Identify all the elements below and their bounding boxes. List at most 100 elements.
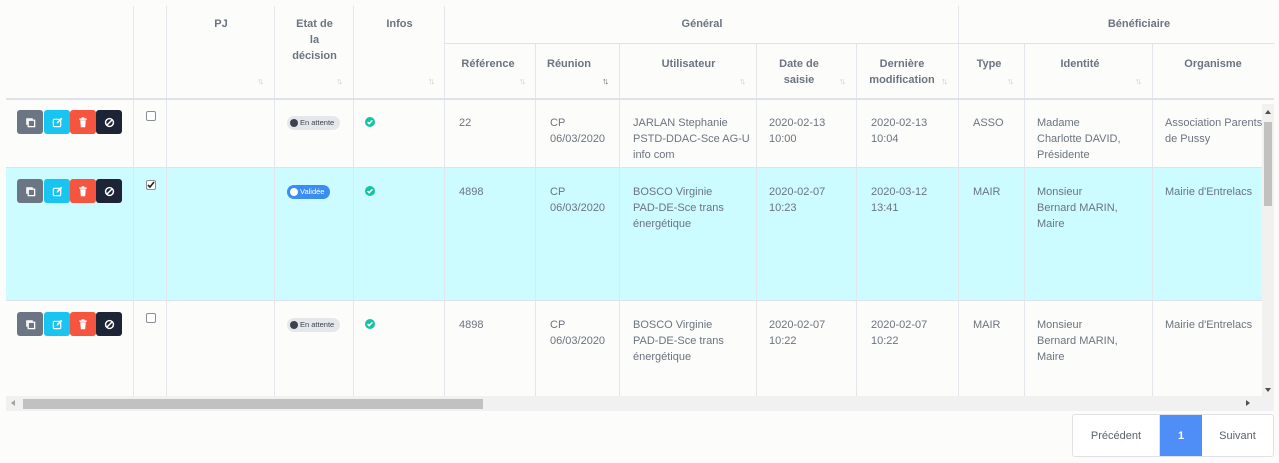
organisme-cell: de Pussy [1165, 133, 1211, 145]
header-utilisateur: Utilisateur [661, 58, 716, 70]
identite-cell: Maire [1037, 218, 1065, 230]
horizontal-scrollbar[interactable] [6, 396, 1274, 411]
scroll-right-arrow-icon[interactable] [1246, 400, 1250, 406]
vertical-scroll-thumb[interactable] [1264, 122, 1272, 206]
row-select-checkbox[interactable] [146, 180, 156, 190]
row-divider [6, 167, 1274, 168]
sort-icon[interactable]: ↑↓ [602, 76, 609, 86]
header-date-saisie: Date de [779, 58, 819, 70]
column-divider [166, 6, 167, 401]
scroll-left-arrow-icon[interactable] [11, 400, 15, 406]
sort-icon[interactable]: ↑↓ [336, 76, 343, 86]
header-organisme: Organisme [1184, 58, 1242, 70]
check-circle-icon [365, 117, 375, 127]
disable-button[interactable] [96, 179, 122, 203]
previous-page-button[interactable]: Précédent [1073, 415, 1160, 456]
edit-icon [52, 319, 63, 330]
utilisateur-cell: BOSCO Virginie [633, 319, 713, 331]
header-infos: Infos [386, 18, 413, 30]
edit-button[interactable] [44, 110, 70, 134]
trash-icon [78, 318, 88, 330]
status-badge: En attente [287, 318, 341, 332]
sort-icon[interactable]: ↑↓ [1007, 76, 1014, 86]
sort-icon[interactable]: ↑↓ [428, 76, 435, 86]
sort-icon[interactable]: ↑↓ [257, 76, 264, 86]
column-divider [856, 43, 857, 401]
copy-icon [25, 186, 36, 197]
derniere-modification-cell: 2020-02-13 [871, 117, 928, 129]
scroll-up-arrow-icon[interactable] [1265, 110, 1271, 114]
identite-cell: Présidente [1037, 149, 1090, 161]
delete-button[interactable] [70, 110, 96, 134]
column-divider [1152, 43, 1153, 401]
derniere-modification-cell: 2020-03-12 [871, 186, 928, 198]
date-saisie-cell: 2020-02-07 [769, 186, 826, 198]
duplicate-button[interactable] [17, 312, 43, 336]
ban-icon [104, 117, 115, 128]
horizontal-scroll-thumb[interactable] [23, 399, 483, 409]
column-divider [619, 43, 620, 401]
status-badge: En attente [287, 116, 341, 130]
delete-button[interactable] [70, 179, 96, 203]
edit-button[interactable] [44, 312, 70, 336]
identite-cell: Charlotte DAVID, [1037, 133, 1121, 145]
utilisateur-cell: BOSCO Virginie [633, 186, 713, 198]
check-circle-icon [290, 188, 298, 196]
organisme-cell: Association Parents [1165, 117, 1263, 129]
delete-button[interactable] [70, 312, 96, 336]
column-divider [756, 43, 757, 401]
date-saisie-cell: 10:22 [769, 335, 797, 347]
type-cell: ASSO [973, 117, 1004, 129]
header-identite: Identité [1060, 58, 1100, 70]
duplicate-button[interactable] [17, 179, 43, 203]
utilisateur-cell: énergétique [633, 351, 692, 363]
status-badge: Validée [287, 185, 331, 199]
utilisateur-cell: info com [633, 149, 675, 161]
reunion-cell: 06/03/2020 [550, 335, 606, 347]
type-cell: MAIR [973, 319, 1001, 331]
status-label: En attente [300, 118, 335, 127]
scroll-down-arrow-icon[interactable] [1265, 388, 1271, 392]
identite-cell: Monsieur [1037, 186, 1083, 198]
sort-icon[interactable]: ↑↓ [839, 76, 846, 86]
reference-cell: 4898 [459, 186, 484, 198]
header-etat-decision: décision [292, 50, 337, 62]
sort-icon[interactable]: ↑↓ [739, 76, 746, 86]
sort-icon[interactable]: ↑↓ [1135, 76, 1142, 86]
edit-icon [52, 117, 63, 128]
row-select-checkbox[interactable] [146, 111, 156, 121]
row-select-checkbox[interactable] [146, 313, 156, 323]
date-saisie-cell: 10:00 [769, 133, 797, 145]
organisme-cell: Mairie d'Entrelacs [1165, 186, 1253, 198]
utilisateur-cell: PSTD-DDAC-Sce AG-U [633, 133, 750, 145]
vertical-scrollbar[interactable] [1262, 104, 1274, 400]
sort-icon[interactable]: ↑↓ [519, 76, 526, 86]
date-saisie-cell: 2020-02-07 [769, 319, 826, 331]
page-1-button[interactable]: 1 [1160, 415, 1202, 456]
sort-icon[interactable]: ↑↓ [941, 76, 948, 86]
column-divider [1024, 43, 1025, 401]
utilisateur-cell: JARLAN Stephanie [633, 117, 728, 129]
disable-button[interactable] [96, 110, 122, 134]
identite-cell: Bernard MARIN, [1037, 335, 1118, 347]
data-table: PJ Etat de la décision Infos Général Bénéficia… [6, 6, 1274, 411]
disable-button[interactable] [96, 312, 122, 336]
column-divider [353, 6, 354, 401]
column-divider [535, 43, 536, 401]
next-page-button[interactable]: Suivant [1202, 415, 1273, 456]
duplicate-button[interactable] [17, 110, 43, 134]
header-group-divider [445, 43, 1274, 44]
ban-icon [104, 186, 115, 197]
header-general: Général [681, 18, 723, 30]
clock-icon [290, 321, 298, 329]
identite-cell: Madame [1037, 117, 1080, 129]
type-cell: MAIR [973, 186, 1001, 198]
date-saisie-cell: 10:23 [769, 202, 797, 214]
check-circle-icon [365, 186, 375, 196]
utilisateur-cell: PAD-DE-Sce trans [633, 202, 724, 214]
reunion-cell: CP [550, 117, 566, 129]
header-reunion: Réunion [547, 58, 591, 70]
edit-button[interactable] [44, 179, 70, 203]
status-label: Validée [300, 187, 325, 196]
derniere-modification-cell: 2020-02-07 [871, 319, 928, 331]
